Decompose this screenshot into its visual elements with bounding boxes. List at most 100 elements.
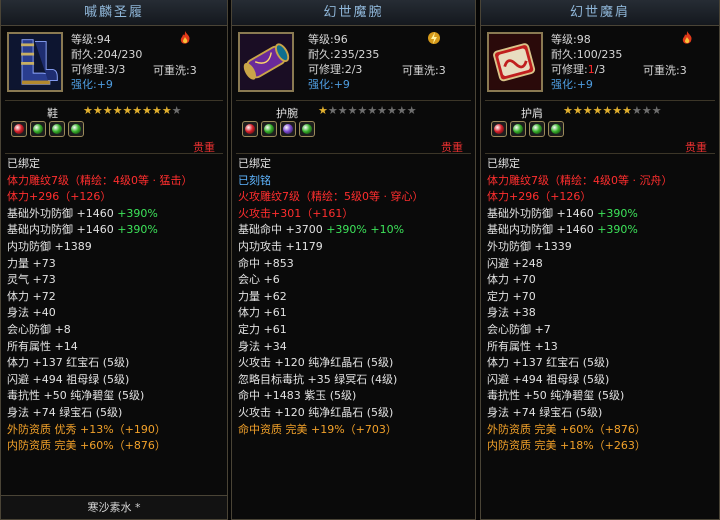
attribute-line: 火攻击 +120 纯净红晶石 (5级) bbox=[238, 355, 475, 372]
item-durability: 耐久:235/235 bbox=[308, 48, 380, 61]
item-title: 幻世魔肩 bbox=[481, 0, 719, 26]
attribute-line: 闪避 +494 祖母绿 (5级) bbox=[7, 372, 227, 389]
lightning-icon bbox=[428, 32, 440, 44]
attribute-text: 外功防御 +1339 bbox=[487, 239, 572, 253]
attribute-text: 体力 +137 红宝石 (5级) bbox=[7, 356, 130, 370]
attribute-line: 会心防御 +7 bbox=[487, 322, 719, 339]
item-title: 嘁麟圣履 bbox=[1, 0, 227, 26]
attribute-line: 内防资质 完美 +60%（+876） bbox=[7, 438, 227, 455]
attribute-text: +390% bbox=[597, 223, 638, 237]
slot-row: 鞋 ★★★★★★★★★★ 贵重 bbox=[1, 101, 227, 154]
attribute-text: 火攻击 +120 纯净红晶石 (5级) bbox=[238, 405, 394, 419]
attribute-text: 身法 +74 绿宝石 (5级) bbox=[487, 405, 603, 419]
shoulder-guard-icon bbox=[487, 32, 543, 92]
attribute-line: 体力 +61 bbox=[238, 305, 475, 322]
gem-socket-icon[interactable] bbox=[529, 121, 545, 137]
attribute-line: 身法 +38 bbox=[487, 305, 719, 322]
attribute-line: 定力 +70 bbox=[487, 289, 719, 306]
attribute-line: 所有属性 +14 bbox=[7, 339, 227, 356]
gem-socket-icon[interactable] bbox=[491, 121, 507, 137]
slot-name: 鞋 bbox=[47, 107, 58, 120]
gem-socket-icon[interactable] bbox=[548, 121, 564, 137]
quality-label: 贵重 bbox=[441, 141, 463, 154]
attribute-line: 基础命中 +3700 +390% +10% bbox=[238, 222, 475, 239]
item-enhance: 强化:+9 bbox=[71, 78, 113, 91]
attribute-list: 已绑定 体力雕纹7级（精绘：4级0等 · 猛击） 体力+296（+126） 基础外功防… bbox=[1, 154, 227, 455]
attribute-line: 内防资质 完美 +18%（+263） bbox=[487, 438, 719, 455]
attribute-text: 内功防御 +1389 bbox=[7, 239, 92, 253]
star-rating: ★★★★★★★★★★ bbox=[318, 104, 417, 117]
attribute-line: 基础外功防御 +1460 +390% bbox=[487, 206, 719, 223]
attribute-text: 内防资质 完美 +60%（+876） bbox=[7, 439, 166, 453]
attribute-line: 外防资质 完美 +60%（+876） bbox=[487, 422, 719, 439]
star-rating: ★★★★★★★★★★ bbox=[563, 104, 662, 117]
item-stats: 等级:96 耐久:235/235 可修理:2/3 强化:+9 bbox=[308, 32, 379, 92]
item-level: 等级:94 bbox=[71, 33, 111, 46]
slot-name: 护肩 bbox=[521, 107, 543, 120]
item-rewash: 可重洗:3 bbox=[643, 64, 687, 77]
attribute-line: 体力 +137 红宝石 (5级) bbox=[487, 355, 719, 372]
attribute-line: 身法 +74 绿宝石 (5级) bbox=[7, 405, 227, 422]
item-tooltip-bracer: 幻世魔腕 等级:96 耐久:235/235 可修理:2/3 强化:+9 可重洗:… bbox=[231, 0, 476, 520]
gem-socket-icon[interactable] bbox=[261, 121, 277, 137]
attribute-text: +390% +10% bbox=[326, 223, 405, 237]
item-level: 等级:96 bbox=[308, 33, 348, 46]
gem-socket-icon[interactable] bbox=[280, 121, 296, 137]
attribute-text: 身法 +40 bbox=[7, 306, 56, 320]
item-repairable: 可修理:3/3 bbox=[71, 63, 126, 76]
attribute-line: 外防资质 优秀 +13%（+190） bbox=[7, 422, 227, 439]
item-rewash: 可重洗:3 bbox=[402, 64, 446, 77]
attribute-line: 火攻击 +120 纯净红晶石 (5级) bbox=[238, 405, 475, 422]
attribute-text: 基础内功防御 +1460 bbox=[487, 223, 598, 237]
attribute-text: 所有属性 +14 bbox=[7, 339, 78, 353]
slot-row: 护肩 ★★★★★★★★★★ 贵重 bbox=[481, 101, 719, 154]
attribute-text: 所有属性 +13 bbox=[487, 339, 558, 353]
attribute-line: 体力雕纹7级（精绘：4级0等 · 猛击） bbox=[7, 173, 227, 190]
attribute-text: 火攻击 +120 纯净红晶石 (5级) bbox=[238, 356, 394, 370]
attribute-text: 身法 +74 绿宝石 (5级) bbox=[7, 405, 123, 419]
attribute-text: 外防资质 完美 +60%（+876） bbox=[487, 422, 646, 436]
attribute-line: 已绑定 bbox=[238, 156, 475, 173]
gem-sockets bbox=[11, 121, 84, 137]
attribute-line: 灵气 +73 bbox=[7, 272, 227, 289]
gem-socket-icon[interactable] bbox=[11, 121, 27, 137]
flame-icon bbox=[682, 31, 692, 44]
attribute-text: 体力+296（+126） bbox=[487, 190, 592, 204]
item-stats: 等级:98 耐久:100/235 可修理:1/3 强化:+9 bbox=[551, 32, 622, 92]
gem-socket-icon[interactable] bbox=[299, 121, 315, 137]
gem-socket-icon[interactable] bbox=[242, 121, 258, 137]
gem-sockets bbox=[491, 121, 564, 137]
attribute-text: 闪避 +494 祖母绿 (5级) bbox=[487, 372, 610, 386]
gem-socket-icon[interactable] bbox=[510, 121, 526, 137]
item-repairable: 可修理:1/3 bbox=[551, 63, 606, 76]
attribute-line: 基础内功防御 +1460 +390% bbox=[487, 222, 719, 239]
attribute-text: 体力 +137 红宝石 (5级) bbox=[487, 356, 610, 370]
attribute-text: 体力 +70 bbox=[487, 273, 536, 287]
attribute-text: 命中 +1483 紫玉 (5级) bbox=[238, 389, 357, 403]
attribute-line: 已绑定 bbox=[487, 156, 719, 173]
attribute-text: 毒抗性 +50 纯净碧玺 (5级) bbox=[7, 389, 145, 403]
attribute-line: 火攻雕纹7级（精绘：5级0等 · 穿心） bbox=[238, 189, 475, 206]
attribute-text: 基础内功防御 +1460 bbox=[7, 223, 118, 237]
attribute-text: 命中资质 完美 +19%（+703） bbox=[238, 422, 397, 436]
attribute-line: 力量 +62 bbox=[238, 289, 475, 306]
attribute-text: 灵气 +73 bbox=[7, 273, 56, 287]
attribute-line: 基础内功防御 +1460 +390% bbox=[7, 222, 227, 239]
attribute-list: 已绑定 已刻铭 火攻雕纹7级（精绘：5级0等 · 穿心） 火攻击+301（+161） 基… bbox=[232, 154, 475, 438]
quality-label: 贵重 bbox=[193, 141, 215, 154]
gem-socket-icon[interactable] bbox=[68, 121, 84, 137]
attribute-line: 身法 +74 绿宝石 (5级) bbox=[487, 405, 719, 422]
attribute-text: 已绑定 bbox=[487, 157, 520, 170]
attribute-text: 已绑定 bbox=[7, 157, 40, 170]
attribute-text: 内防资质 完美 +18%（+263） bbox=[487, 439, 646, 453]
attribute-text: 会心防御 +8 bbox=[7, 322, 71, 336]
attribute-line: 火攻击+301（+161） bbox=[238, 206, 475, 223]
attribute-line: 闪避 +494 祖母绿 (5级) bbox=[487, 372, 719, 389]
attribute-text: 基础外功防御 +1460 bbox=[7, 206, 118, 220]
bracer-icon bbox=[238, 32, 294, 92]
gem-socket-icon[interactable] bbox=[49, 121, 65, 137]
gem-socket-icon[interactable] bbox=[30, 121, 46, 137]
attribute-text: 体力雕纹7级（精绘：4级0等 · 猛击） bbox=[7, 173, 193, 187]
attribute-text: 定力 +61 bbox=[238, 322, 287, 336]
item-durability: 耐久:100/235 bbox=[551, 48, 623, 61]
